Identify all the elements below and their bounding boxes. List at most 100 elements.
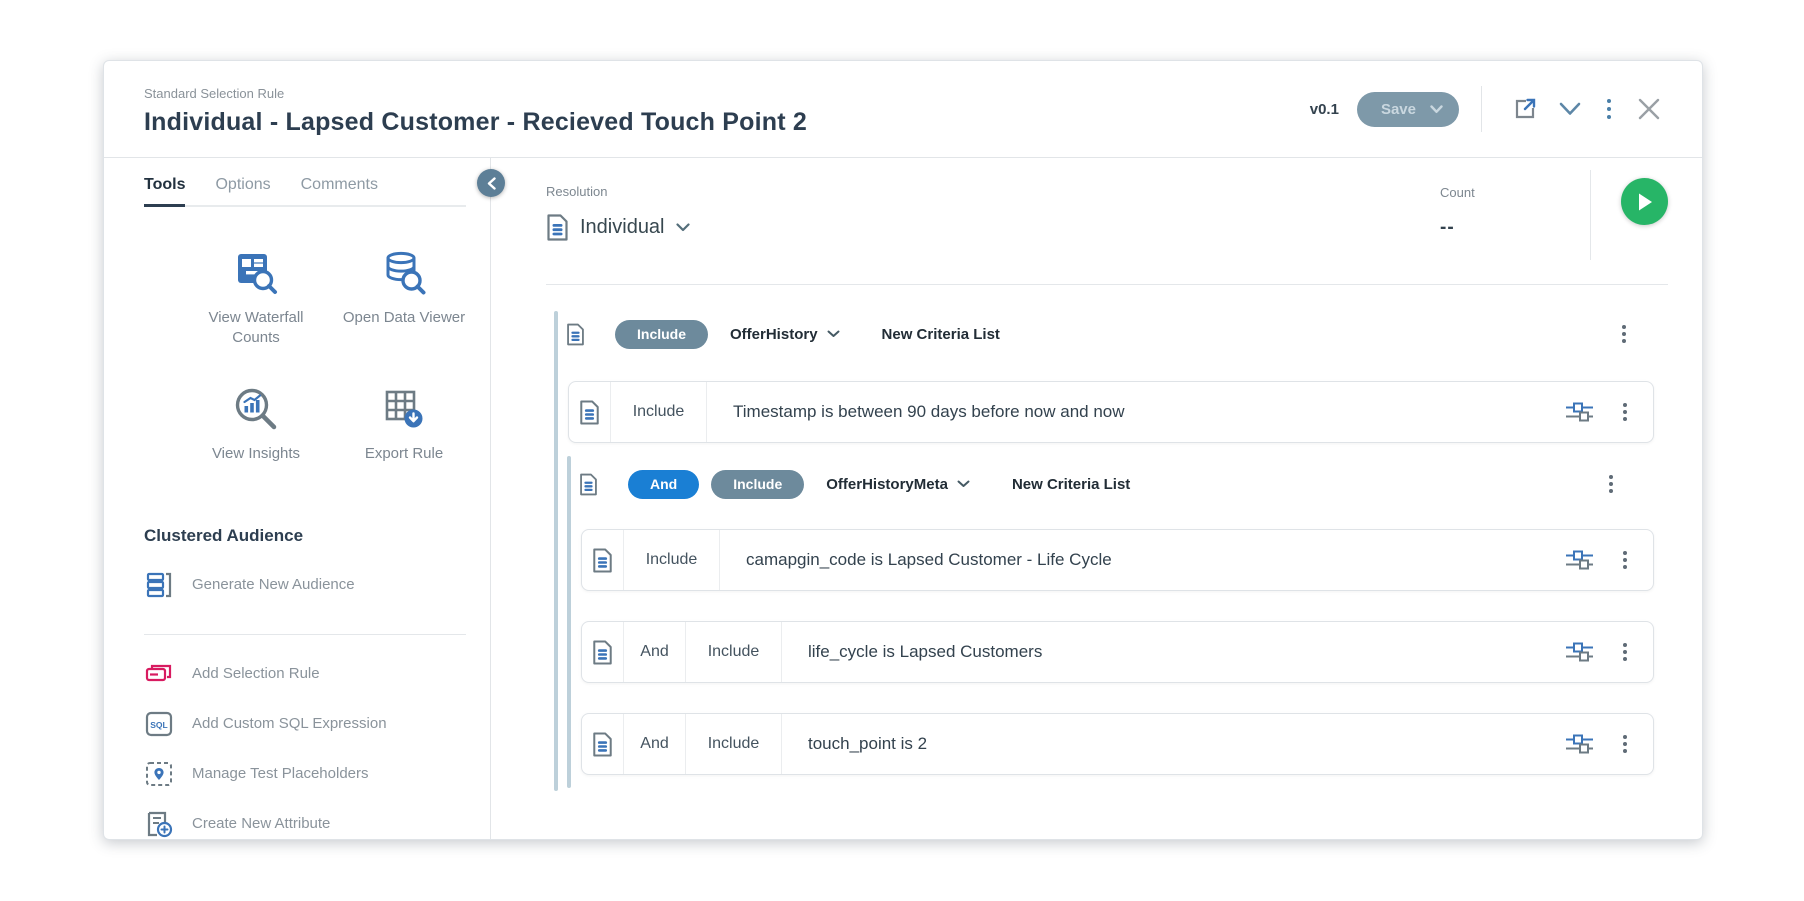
minimize-button[interactable] [1559,102,1581,116]
collapse-sidebar-button[interactable] [477,169,505,197]
open-data-viewer-button[interactable]: Open Data Viewer [330,249,478,349]
document-db-icon [566,323,585,346]
clustered-audience-heading: Clustered Audience [144,526,490,546]
count-label: Count [1440,185,1475,200]
criteria-more-menu-button[interactable] [1619,399,1631,425]
edit-criteria-button[interactable] [1566,550,1593,570]
tool-label: View Waterfall Counts [194,308,319,349]
count-value: -- [1440,217,1590,239]
group-table-name: OfferHistory [730,326,818,343]
generate-new-audience-button[interactable]: Generate New Audience [144,570,490,600]
criteria-group-header: Include OfferHistory New Criteria List [566,311,1668,357]
sliders-icon [1566,550,1593,570]
sidebar-tabs: Tools Options Comments [144,176,466,207]
close-dialog-button[interactable] [1637,97,1661,121]
export-rule-button[interactable]: Export Rule [330,385,478,464]
document-db-icon [579,473,598,496]
edit-criteria-button[interactable] [1566,734,1593,754]
rule-type-label: Standard Selection Rule [144,86,807,101]
placeholder-pin-icon [144,761,174,787]
side-item-label: Create New Attribute [192,815,330,832]
criteria-row[interactable]: Include camapgin_code is Lapsed Customer… [581,529,1654,591]
criteria-mode: Include [686,622,782,682]
run-count-button[interactable] [1621,178,1668,225]
count-block: Count -- [1440,158,1590,284]
page-title: Individual - Lapsed Customer - Recieved … [144,108,807,137]
chevron-down-icon [827,330,840,338]
criteria-text: life_cycle is Lapsed Customers [782,622,1566,682]
chevron-down-icon [957,480,970,488]
view-waterfall-counts-button[interactable]: View Waterfall Counts [182,249,330,349]
tab-options[interactable]: Options [215,176,270,205]
chevron-down-icon [1559,102,1581,116]
add-selection-rule-button[interactable]: Add Selection Rule [144,649,490,699]
title-block: Standard Selection Rule Individual - Lap… [144,82,807,137]
criteria-mode: Include [624,530,720,590]
criteria-more-menu-button[interactable] [1619,547,1631,573]
header-controls: v0.1 Save [1310,86,1672,132]
sql-icon: SQL [144,711,174,737]
version-badge: v0.1 [1310,101,1339,118]
tool-label: Open Data Viewer [343,308,465,328]
view-insights-button[interactable]: View Insights [182,385,330,464]
group-table-select[interactable]: OfferHistoryMeta [826,476,970,493]
group-mode-pill[interactable]: Include [711,470,804,499]
criteria-list-name: New Criteria List [882,326,1000,343]
add-custom-sql-button[interactable]: SQL Add Custom SQL Expression [144,699,490,749]
sidebar: Tools Options Comments [104,158,491,839]
open-in-new-window-button[interactable] [1513,97,1537,121]
manage-test-placeholders-button[interactable]: Manage Test Placeholders [144,749,490,799]
tool-label: View Insights [212,444,300,464]
group-table-name: OfferHistoryMeta [826,476,948,493]
criteria-more-menu-button[interactable] [1619,731,1631,757]
group-more-menu-button[interactable] [1618,321,1630,347]
criteria-row[interactable]: Include Timestamp is between 90 days bef… [568,381,1654,443]
document-db-icon [582,530,624,590]
document-db-icon [546,214,569,241]
sliders-icon [1566,642,1593,662]
header-more-menu-button[interactable] [1603,95,1615,123]
chevron-down-icon [676,223,690,232]
document-db-icon [569,382,611,442]
criteria-connector: And [624,714,686,774]
save-chevron-icon [1430,105,1443,114]
sliders-icon [1566,734,1593,754]
dialog-header: Standard Selection Rule Individual - Lap… [104,61,1702,158]
tools-grid: View Waterfall Counts [182,249,490,464]
criteria-text: touch_point is 2 [782,714,1566,774]
sidebar-actions: Add Selection Rule SQL Add Custom SQL Ex… [144,649,490,849]
tab-tools[interactable]: Tools [144,176,185,205]
group-mode-pill[interactable]: Include [615,320,708,349]
rule-editor-main: Resolution Individual [491,158,1702,839]
count-divider [1590,170,1591,260]
criteria-row[interactable]: And Include touch_point is 2 [581,713,1654,775]
header-divider [1481,86,1482,132]
edit-criteria-button[interactable] [1566,402,1593,422]
group-indent-bar [567,456,571,788]
group-more-menu-button[interactable] [1605,471,1617,497]
criteria-row[interactable]: And Include life_cycle is Lapsed Custome… [581,621,1654,683]
criteria-more-menu-button[interactable] [1619,639,1631,665]
chevron-left-icon [487,177,496,190]
criteria-tree: Include OfferHistory New Criteria List [546,301,1668,806]
sidebar-divider [144,634,466,635]
tab-comments[interactable]: Comments [301,176,378,205]
selection-rule-icon [144,662,174,686]
group-table-select[interactable]: OfferHistory [730,326,840,343]
group-indent-bar [554,311,558,791]
export-rule-icon [380,385,428,433]
waterfall-counts-icon [232,249,280,297]
save-button[interactable]: Save [1357,92,1459,127]
document-db-icon [582,622,624,682]
resolution-row: Resolution Individual [546,158,1668,285]
selection-rule-dialog: Standard Selection Rule Individual - Lap… [103,60,1703,840]
criteria-mode: Include [611,382,707,442]
create-new-attribute-button[interactable]: Create New Attribute [144,799,490,849]
criteria-group-header: And Include OfferHistoryMeta New Criteri… [579,461,1668,507]
criteria-list-name: New Criteria List [1012,476,1130,493]
resolution-select[interactable]: Individual [546,214,690,241]
data-viewer-icon [380,249,428,297]
edit-criteria-button[interactable] [1566,642,1593,662]
group-connector-pill[interactable]: And [628,470,699,499]
new-attribute-icon [144,810,174,838]
